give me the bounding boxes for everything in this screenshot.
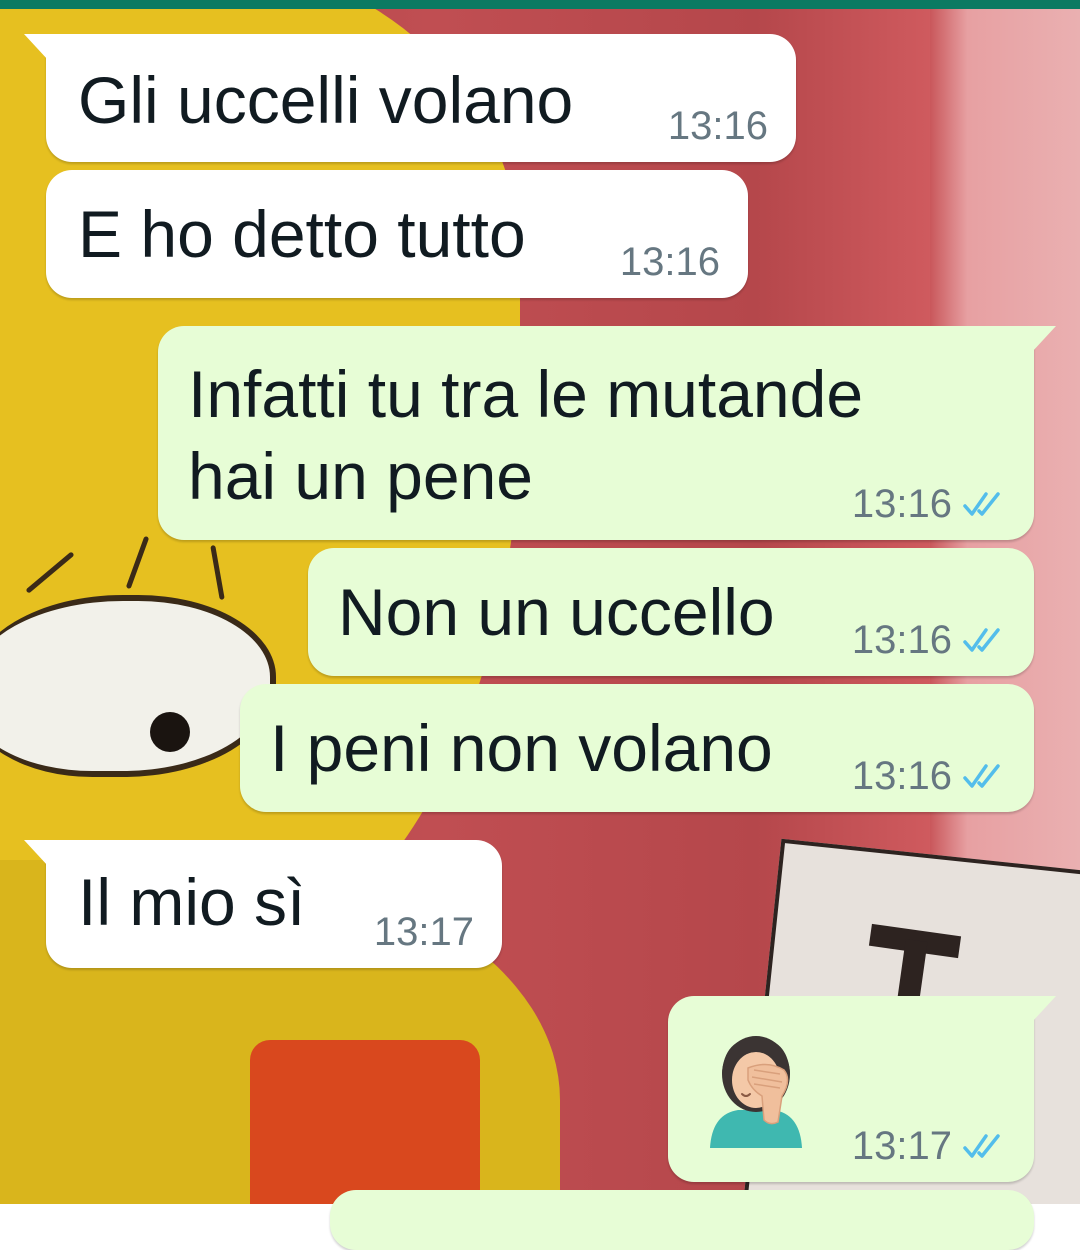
message-time: 13:16 — [619, 240, 720, 284]
outgoing-message-bubble[interactable]: Infatti tu tra le mutande hai un pene 13… — [158, 326, 1056, 540]
message-text: E ho detto tutto — [78, 197, 526, 271]
message-text-line: hai un pene — [188, 439, 533, 513]
double-check-icon — [963, 492, 1000, 516]
message-text: Non un uccello — [338, 575, 775, 649]
message-time: 13:16 — [667, 104, 768, 148]
message-time: 13:17 — [373, 910, 474, 954]
message-text: Il mio sì — [78, 865, 306, 939]
message-time: 13:16 — [851, 754, 952, 798]
message-meta: 13:16 — [620, 240, 720, 284]
message-text: Gli uccelli volano — [78, 63, 574, 137]
incoming-message-bubble[interactable]: E ho detto tutto 13:16 — [46, 170, 748, 298]
double-check-icon — [963, 764, 1000, 788]
outgoing-message-bubble[interactable]: 13:17 — [668, 996, 1056, 1182]
message-time: 13:17 — [851, 1124, 952, 1168]
message-meta: 13:17 — [374, 910, 474, 954]
message-meta: 13:16 — [852, 618, 1006, 662]
chat-message-list[interactable]: Gli uccelli volano 13:16 E ho detto tutt… — [0, 0, 1080, 1250]
outgoing-message-bubble[interactable] — [330, 1190, 1034, 1250]
message-time: 13:16 — [851, 618, 952, 662]
message-meta: 13:16 — [852, 754, 1006, 798]
double-check-icon — [963, 1134, 1000, 1158]
message-text: I peni non volano — [270, 711, 773, 785]
message-meta: 13:17 — [852, 1124, 1006, 1168]
double-check-icon — [963, 628, 1000, 652]
outgoing-message-bubble[interactable]: I peni non volano 13:16 — [240, 684, 1034, 812]
message-meta: 13:16 — [668, 104, 768, 148]
facepalm-woman-emoji — [710, 1036, 802, 1148]
incoming-message-bubble[interactable]: Il mio sì 13:17 — [24, 840, 502, 968]
message-time: 13:16 — [851, 482, 952, 526]
message-text-line: Infatti tu tra le mutande — [188, 357, 864, 431]
message-meta: 13:16 — [852, 482, 1006, 526]
incoming-message-bubble[interactable]: Gli uccelli volano 13:16 — [24, 34, 796, 162]
outgoing-message-bubble[interactable]: Non un uccello 13:16 — [308, 548, 1034, 676]
